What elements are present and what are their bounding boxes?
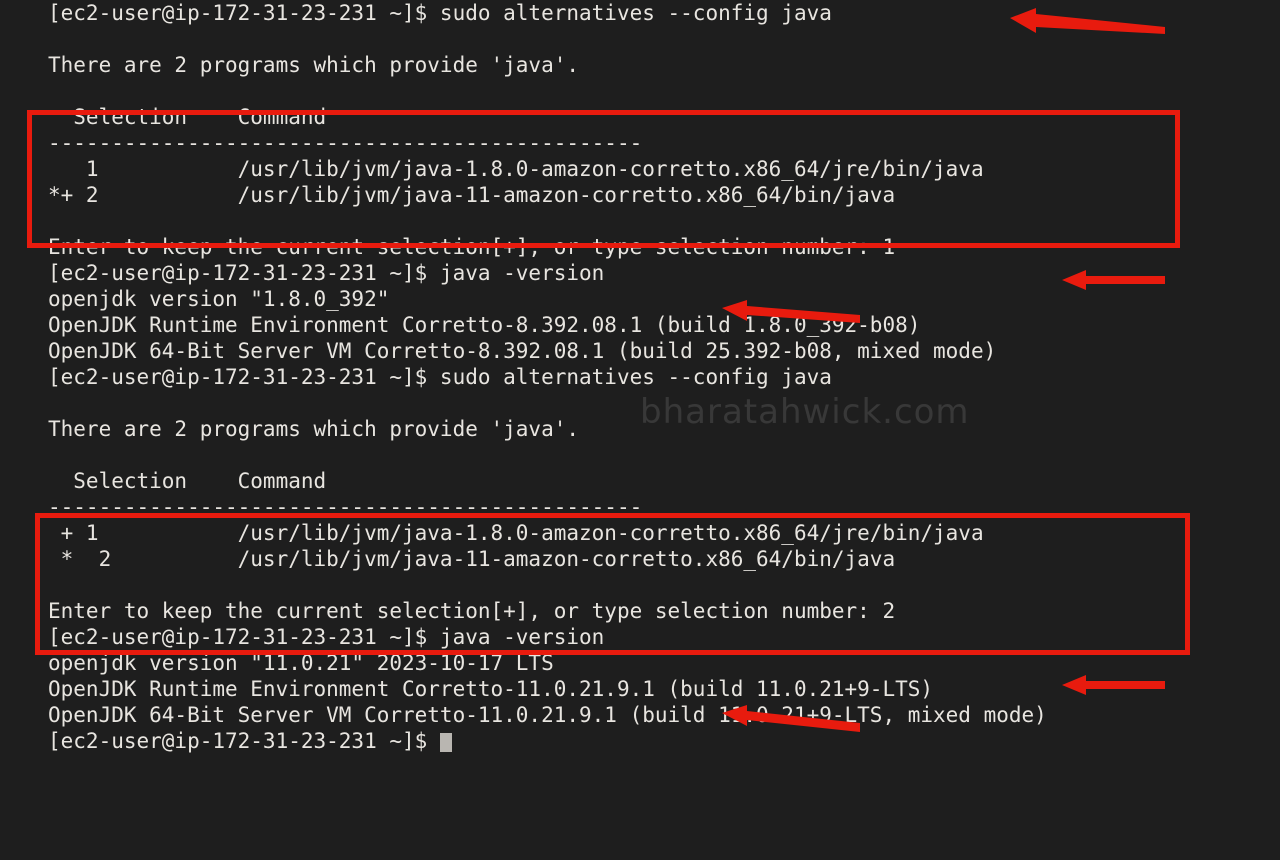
terminal-line: Selection Command bbox=[48, 469, 327, 493]
terminal-line: Selection Command bbox=[48, 105, 327, 129]
terminal-line: Enter to keep the current selection[+], … bbox=[48, 599, 896, 623]
terminal-line: *+ 2 /usr/lib/jvm/java-11-amazon-corrett… bbox=[48, 183, 896, 207]
terminal-line: [ec2-user@ip-172-31-23-231 ~]$ sudo alte… bbox=[48, 1, 832, 25]
terminal-line: [ec2-user@ip-172-31-23-231 ~]$ java -ver… bbox=[48, 261, 605, 285]
terminal-prompt-line: [ec2-user@ip-172-31-23-231 ~]$ bbox=[48, 728, 1280, 754]
terminal-line: * 2 /usr/lib/jvm/java-11-amazon-corretto… bbox=[48, 547, 896, 571]
terminal-line: ----------------------------------------… bbox=[48, 131, 643, 155]
terminal-line: OpenJDK 64-Bit Server VM Corretto-8.392.… bbox=[48, 339, 997, 363]
terminal-window: bharatahwick.com [ec2-user@ip-172-31-23-… bbox=[0, 0, 1280, 860]
terminal-line: OpenJDK Runtime Environment Corretto-11.… bbox=[48, 677, 934, 701]
prompt-text: [ec2-user@ip-172-31-23-231 ~]$ bbox=[48, 729, 440, 753]
terminal-line: ----------------------------------------… bbox=[48, 495, 643, 519]
terminal-line: There are 2 programs which provide 'java… bbox=[48, 53, 580, 77]
terminal-line: OpenJDK Runtime Environment Corretto-8.3… bbox=[48, 313, 921, 337]
terminal-line: openjdk version "11.0.21" 2023-10-17 LTS bbox=[48, 651, 554, 675]
terminal-line: [ec2-user@ip-172-31-23-231 ~]$ java -ver… bbox=[48, 625, 605, 649]
terminal-line: 1 /usr/lib/jvm/java-1.8.0-amazon-corrett… bbox=[48, 157, 984, 181]
terminal-line: [ec2-user@ip-172-31-23-231 ~]$ sudo alte… bbox=[48, 365, 832, 389]
terminal-output[interactable]: [ec2-user@ip-172-31-23-231 ~]$ sudo alte… bbox=[48, 0, 1280, 754]
terminal-line: Enter to keep the current selection[+], … bbox=[48, 235, 896, 259]
terminal-line: There are 2 programs which provide 'java… bbox=[48, 417, 580, 441]
terminal-line: openjdk version "1.8.0_392" bbox=[48, 287, 390, 311]
terminal-line: OpenJDK 64-Bit Server VM Corretto-11.0.2… bbox=[48, 703, 1047, 727]
terminal-line: + 1 /usr/lib/jvm/java-1.8.0-amazon-corre… bbox=[48, 521, 984, 545]
cursor-block bbox=[439, 733, 452, 752]
